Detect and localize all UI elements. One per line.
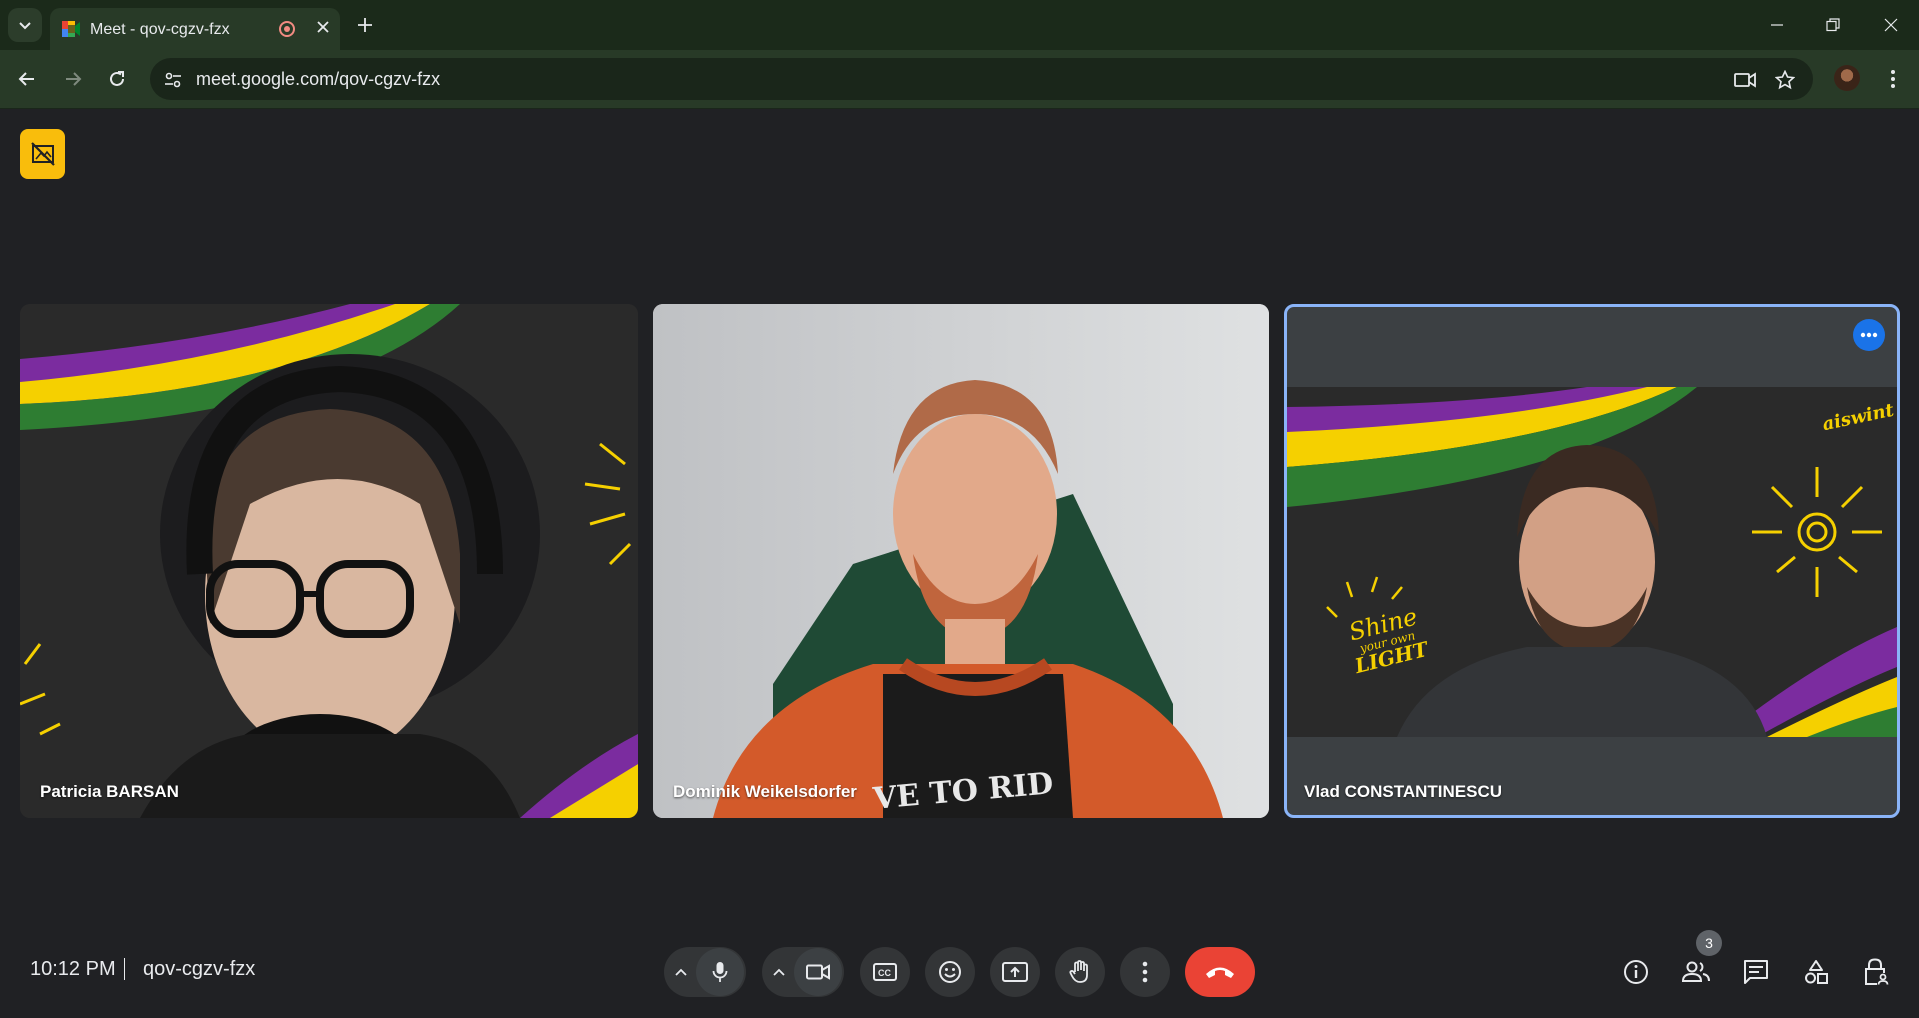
chevron-up-icon [773, 968, 785, 976]
forward-button[interactable] [56, 62, 90, 96]
chat-icon [1744, 960, 1768, 984]
no-background-icon [30, 142, 55, 166]
video-settings-button[interactable] [764, 947, 794, 997]
star-icon [1775, 70, 1795, 90]
reload-button[interactable] [100, 62, 134, 96]
more-options-button[interactable] [1120, 947, 1170, 997]
camera-in-use-button[interactable] [1732, 67, 1758, 93]
video-feed [1287, 387, 1897, 737]
chevron-down-icon [19, 22, 31, 30]
more-vert-icon [1891, 70, 1895, 88]
background-blocked-indicator[interactable] [20, 129, 65, 179]
more-horiz-icon [1860, 332, 1878, 338]
raise-hand-button[interactable] [1055, 947, 1105, 997]
minimize-button[interactable] [1760, 10, 1794, 40]
participant-tile-active[interactable]: aiswint Shine your own LIGHT Vlad CONSTA… [1284, 304, 1900, 818]
site-settings-icon [165, 72, 181, 88]
tab-search-button[interactable] [8, 8, 42, 42]
camera-toggle-button[interactable] [794, 948, 842, 996]
meeting-clock: 10:12 PM [30, 958, 116, 980]
tab-close-button[interactable] [312, 16, 334, 38]
mic-toggle-button[interactable] [696, 948, 744, 996]
browser-menu-button[interactable] [1882, 64, 1904, 94]
close-icon [1884, 18, 1898, 32]
participant-tile[interactable]: Patricia BARSAN [20, 304, 638, 818]
activities-button[interactable] [1796, 952, 1836, 992]
address-bar[interactable]: meet.google.com/qov-cgzv-fzx [150, 58, 1813, 100]
mic-icon [712, 962, 728, 982]
mic-control-group [664, 947, 746, 997]
participant-tile[interactable]: Dominik Weikelsdorfer VE TO RID [653, 304, 1269, 818]
info-icon [1624, 960, 1648, 984]
participant-name: Patricia BARSAN [40, 782, 179, 801]
reload-icon [110, 71, 124, 86]
people-button[interactable] [1676, 952, 1716, 992]
camera-icon [1734, 72, 1756, 88]
profile-avatar[interactable] [1834, 65, 1860, 91]
present-icon [1002, 962, 1028, 982]
reactions-button[interactable] [925, 947, 975, 997]
meeting-details-button[interactable] [1616, 952, 1656, 992]
meeting-code[interactable]: qov-cgzv-fzx [143, 958, 255, 981]
people-icon [1681, 961, 1710, 982]
recording-icon [279, 21, 295, 37]
host-controls-button[interactable] [1856, 952, 1896, 992]
activities-icon [1805, 960, 1828, 984]
browser-tab-meet[interactable]: Meet - qov-cgzv-fzx [50, 8, 340, 50]
lock-person-icon [1865, 958, 1889, 985]
restore-button[interactable] [1816, 10, 1850, 40]
new-tab-button[interactable] [352, 12, 378, 38]
chat-button[interactable] [1736, 952, 1776, 992]
tile-options-button[interactable] [1853, 319, 1885, 351]
video-feed [653, 304, 1269, 818]
minimize-icon [1771, 24, 1783, 26]
url-text: meet.google.com/qov-cgzv-fzx [196, 69, 441, 89]
leave-call-button[interactable] [1185, 947, 1255, 997]
captions-icon: CC [873, 963, 897, 981]
divider [124, 958, 125, 980]
browser-toolbar: meet.google.com/qov-cgzv-fzx [0, 50, 1919, 109]
end-call-icon [1206, 967, 1234, 978]
video-feed [20, 304, 638, 818]
bookmark-button[interactable] [1772, 67, 1798, 93]
chevron-up-icon [675, 968, 687, 976]
emoji-icon [939, 961, 961, 983]
participant-name: Vlad CONSTANTINESCU [1304, 782, 1503, 801]
camera-icon [806, 964, 830, 980]
audio-settings-button[interactable] [666, 947, 696, 997]
arrow-right-icon [66, 72, 82, 86]
present-screen-button[interactable] [990, 947, 1040, 997]
participant-name: Dominik Weikelsdorfer [673, 782, 857, 801]
plus-icon [358, 18, 372, 32]
svg-text:CC: CC [878, 968, 891, 978]
restore-icon [1826, 18, 1840, 32]
camera-control-group [762, 947, 844, 997]
back-button[interactable] [10, 62, 44, 96]
tab-title: Meet - qov-cgzv-fzx [90, 21, 230, 38]
browser-tab-bar: Meet - qov-cgzv-fzx [0, 0, 1919, 50]
more-vert-icon [1142, 961, 1148, 983]
close-window-button[interactable] [1874, 10, 1908, 40]
participant-count-badge: 3 [1696, 930, 1722, 956]
meet-logo-icon [62, 21, 80, 37]
close-icon [317, 21, 329, 33]
raise-hand-icon [1069, 960, 1088, 983]
arrow-left-icon [18, 72, 34, 86]
captions-button[interactable]: CC [860, 947, 910, 997]
